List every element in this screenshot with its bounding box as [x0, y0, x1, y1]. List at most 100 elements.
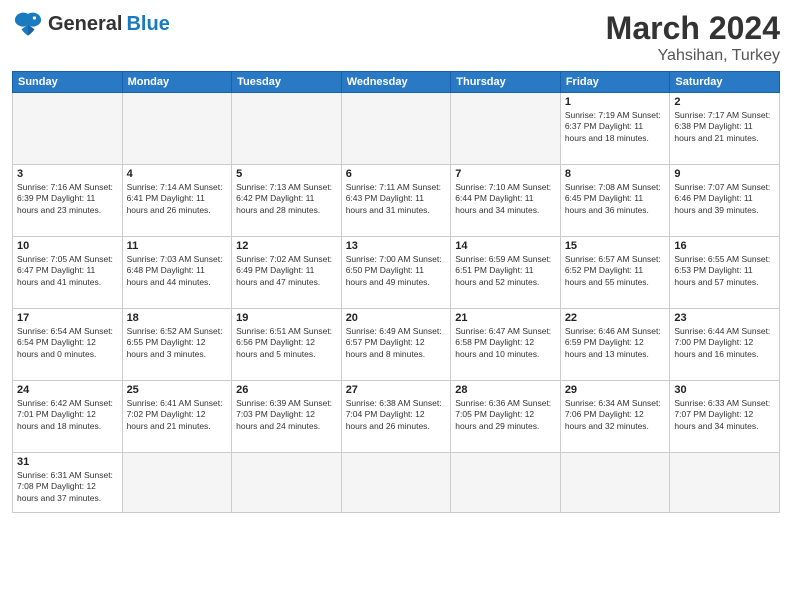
calendar-cell: 12 Sunrise: 7:02 AM Sunset: 6:49 PM Dayli…: [232, 237, 342, 309]
calendar-cell: 4 Sunrise: 7:14 AM Sunset: 6:41 PM Daylig…: [122, 165, 232, 237]
calendar-cell: 15Sunrise: 6:57 AM Sunset: 6:52 PM Dayli…: [560, 237, 670, 309]
day-info: Sunrise: 7:13 AM Sunset: 6:42 PM Dayligh…: [236, 182, 337, 216]
day-info: Sunrise: 7:03 AM Sunset: 6:48 PM Dayligh…: [127, 254, 228, 288]
day-info: Sunrise: 6:31 AM Sunset: 7:08 PM Dayligh…: [17, 470, 118, 504]
day-number: 20: [346, 312, 447, 324]
day-number: 15: [565, 240, 666, 252]
day-number: 2: [674, 96, 775, 108]
calendar-week-1: 1Sunrise: 7:19 AM Sunset: 6:37 PM Daylig…: [13, 93, 780, 165]
calendar-cell: 31Sunrise: 6:31 AM Sunset: 7:08 PM Dayli…: [13, 453, 123, 513]
day-info: Sunrise: 7:19 AM Sunset: 6:37 PM Dayligh…: [565, 110, 666, 144]
day-number: 18: [127, 312, 228, 324]
day-info: Sunrise: 6:38 AM Sunset: 7:04 PM Dayligh…: [346, 398, 447, 432]
weekday-header-monday: Monday: [122, 72, 232, 93]
day-info: Sunrise: 6:47 AM Sunset: 6:58 PM Dayligh…: [455, 326, 556, 360]
day-info: Sunrise: 7:17 AM Sunset: 6:38 PM Dayligh…: [674, 110, 775, 144]
day-info: Sunrise: 6:39 AM Sunset: 7:03 PM Dayligh…: [236, 398, 337, 432]
calendar-cell: [670, 453, 780, 513]
calendar-cell: 22Sunrise: 6:46 AM Sunset: 6:59 PM Dayli…: [560, 309, 670, 381]
logo-blue-text: Blue: [126, 13, 169, 36]
calendar-cell: 23Sunrise: 6:44 AM Sunset: 7:00 PM Dayli…: [670, 309, 780, 381]
day-number: 19: [236, 312, 337, 324]
day-info: Sunrise: 6:34 AM Sunset: 7:06 PM Dayligh…: [565, 398, 666, 432]
calendar-cell: 25 Sunrise: 6:41 AM Sunset: 7:02 PM Dayli…: [122, 381, 232, 453]
weekday-header-row: SundayMondayTuesdayWednesdayThursdayFrid…: [13, 72, 780, 93]
calendar-cell: [122, 453, 232, 513]
page: GeneralBlue March 2024 Yahsihan, Turkey …: [0, 0, 792, 612]
calendar-table: SundayMondayTuesdayWednesdayThursdayFrid…: [12, 71, 780, 513]
calendar-cell: [232, 93, 342, 165]
calendar-cell: 29 Sunrise: 6:34 AM Sunset: 7:06 PM Dayli…: [560, 381, 670, 453]
day-info: Sunrise: 6:33 AM Sunset: 7:07 PM Dayligh…: [674, 398, 775, 432]
day-info: Sunrise: 7:16 AM Sunset: 6:39 PM Dayligh…: [17, 182, 118, 216]
weekday-header-sunday: Sunday: [13, 72, 123, 93]
calendar-cell: 5 Sunrise: 7:13 AM Sunset: 6:42 PM Daylig…: [232, 165, 342, 237]
day-number: 27: [346, 384, 447, 396]
calendar-cell: 1Sunrise: 7:19 AM Sunset: 6:37 PM Daylig…: [560, 93, 670, 165]
logo-area: GeneralBlue: [12, 10, 170, 38]
calendar-cell: 9 Sunrise: 7:07 AM Sunset: 6:46 PM Daylig…: [670, 165, 780, 237]
calendar-cell: [451, 453, 561, 513]
calendar-cell: 17Sunrise: 6:54 AM Sunset: 6:54 PM Dayli…: [13, 309, 123, 381]
calendar-cell: [13, 93, 123, 165]
calendar-week-4: 17Sunrise: 6:54 AM Sunset: 6:54 PM Dayli…: [13, 309, 780, 381]
day-info: Sunrise: 6:41 AM Sunset: 7:02 PM Dayligh…: [127, 398, 228, 432]
calendar-cell: 20Sunrise: 6:49 AM Sunset: 6:57 PM Dayli…: [341, 309, 451, 381]
calendar-cell: [341, 93, 451, 165]
calendar-cell: 27 Sunrise: 6:38 AM Sunset: 7:04 PM Dayli…: [341, 381, 451, 453]
calendar-cell: [451, 93, 561, 165]
day-number: 30: [674, 384, 775, 396]
day-number: 14: [455, 240, 556, 252]
day-number: 23: [674, 312, 775, 324]
weekday-header-thursday: Thursday: [451, 72, 561, 93]
day-number: 9: [674, 168, 775, 180]
day-info: Sunrise: 7:05 AM Sunset: 6:47 PM Dayligh…: [17, 254, 118, 288]
logo-bird-icon: [12, 10, 44, 38]
location-subtitle: Yahsihan, Turkey: [606, 47, 780, 65]
day-number: 13: [346, 240, 447, 252]
day-number: 16: [674, 240, 775, 252]
calendar-cell: [560, 453, 670, 513]
logo: GeneralBlue: [12, 10, 170, 38]
day-number: 4: [127, 168, 228, 180]
day-number: 5: [236, 168, 337, 180]
day-number: 26: [236, 384, 337, 396]
calendar-cell: 13 Sunrise: 7:00 AM Sunset: 6:50 PM Dayli…: [341, 237, 451, 309]
calendar-week-3: 10Sunrise: 7:05 AM Sunset: 6:47 PM Dayli…: [13, 237, 780, 309]
day-number: 29: [565, 384, 666, 396]
calendar-cell: 14 Sunrise: 6:59 AM Sunset: 6:51 PM Dayli…: [451, 237, 561, 309]
calendar-cell: 11Sunrise: 7:03 AM Sunset: 6:48 PM Dayli…: [122, 237, 232, 309]
day-info: Sunrise: 7:14 AM Sunset: 6:41 PM Dayligh…: [127, 182, 228, 216]
calendar-cell: [341, 453, 451, 513]
calendar-cell: 6Sunrise: 7:11 AM Sunset: 6:43 PM Daylig…: [341, 165, 451, 237]
day-number: 7: [455, 168, 556, 180]
day-number: 25: [127, 384, 228, 396]
calendar-cell: 30 Sunrise: 6:33 AM Sunset: 7:07 PM Dayli…: [670, 381, 780, 453]
calendar-cell: 21Sunrise: 6:47 AM Sunset: 6:58 PM Dayli…: [451, 309, 561, 381]
calendar-cell: 16 Sunrise: 6:55 AM Sunset: 6:53 PM Dayli…: [670, 237, 780, 309]
month-title: March 2024: [606, 10, 780, 47]
calendar-week-6: 31Sunrise: 6:31 AM Sunset: 7:08 PM Dayli…: [13, 453, 780, 513]
day-number: 3: [17, 168, 118, 180]
calendar-cell: 2 Sunrise: 7:17 AM Sunset: 6:38 PM Daylig…: [670, 93, 780, 165]
weekday-header-wednesday: Wednesday: [341, 72, 451, 93]
calendar-cell: 24Sunrise: 6:42 AM Sunset: 7:01 PM Dayli…: [13, 381, 123, 453]
weekday-header-saturday: Saturday: [670, 72, 780, 93]
day-number: 6: [346, 168, 447, 180]
day-info: Sunrise: 6:59 AM Sunset: 6:51 PM Dayligh…: [455, 254, 556, 288]
day-number: 17: [17, 312, 118, 324]
day-info: Sunrise: 7:00 AM Sunset: 6:50 PM Dayligh…: [346, 254, 447, 288]
day-info: Sunrise: 7:08 AM Sunset: 6:45 PM Dayligh…: [565, 182, 666, 216]
day-info: Sunrise: 6:55 AM Sunset: 6:53 PM Dayligh…: [674, 254, 775, 288]
day-number: 12: [236, 240, 337, 252]
day-info: Sunrise: 7:10 AM Sunset: 6:44 PM Dayligh…: [455, 182, 556, 216]
day-info: Sunrise: 6:36 AM Sunset: 7:05 PM Dayligh…: [455, 398, 556, 432]
day-info: Sunrise: 7:07 AM Sunset: 6:46 PM Dayligh…: [674, 182, 775, 216]
day-number: 28: [455, 384, 556, 396]
calendar-week-2: 3 Sunrise: 7:16 AM Sunset: 6:39 PM Daylig…: [13, 165, 780, 237]
day-info: Sunrise: 7:02 AM Sunset: 6:49 PM Dayligh…: [236, 254, 337, 288]
logo-general-text: General: [48, 13, 122, 36]
calendar-cell: 10Sunrise: 7:05 AM Sunset: 6:47 PM Dayli…: [13, 237, 123, 309]
calendar-cell: 18Sunrise: 6:52 AM Sunset: 6:55 PM Dayli…: [122, 309, 232, 381]
weekday-header-friday: Friday: [560, 72, 670, 93]
